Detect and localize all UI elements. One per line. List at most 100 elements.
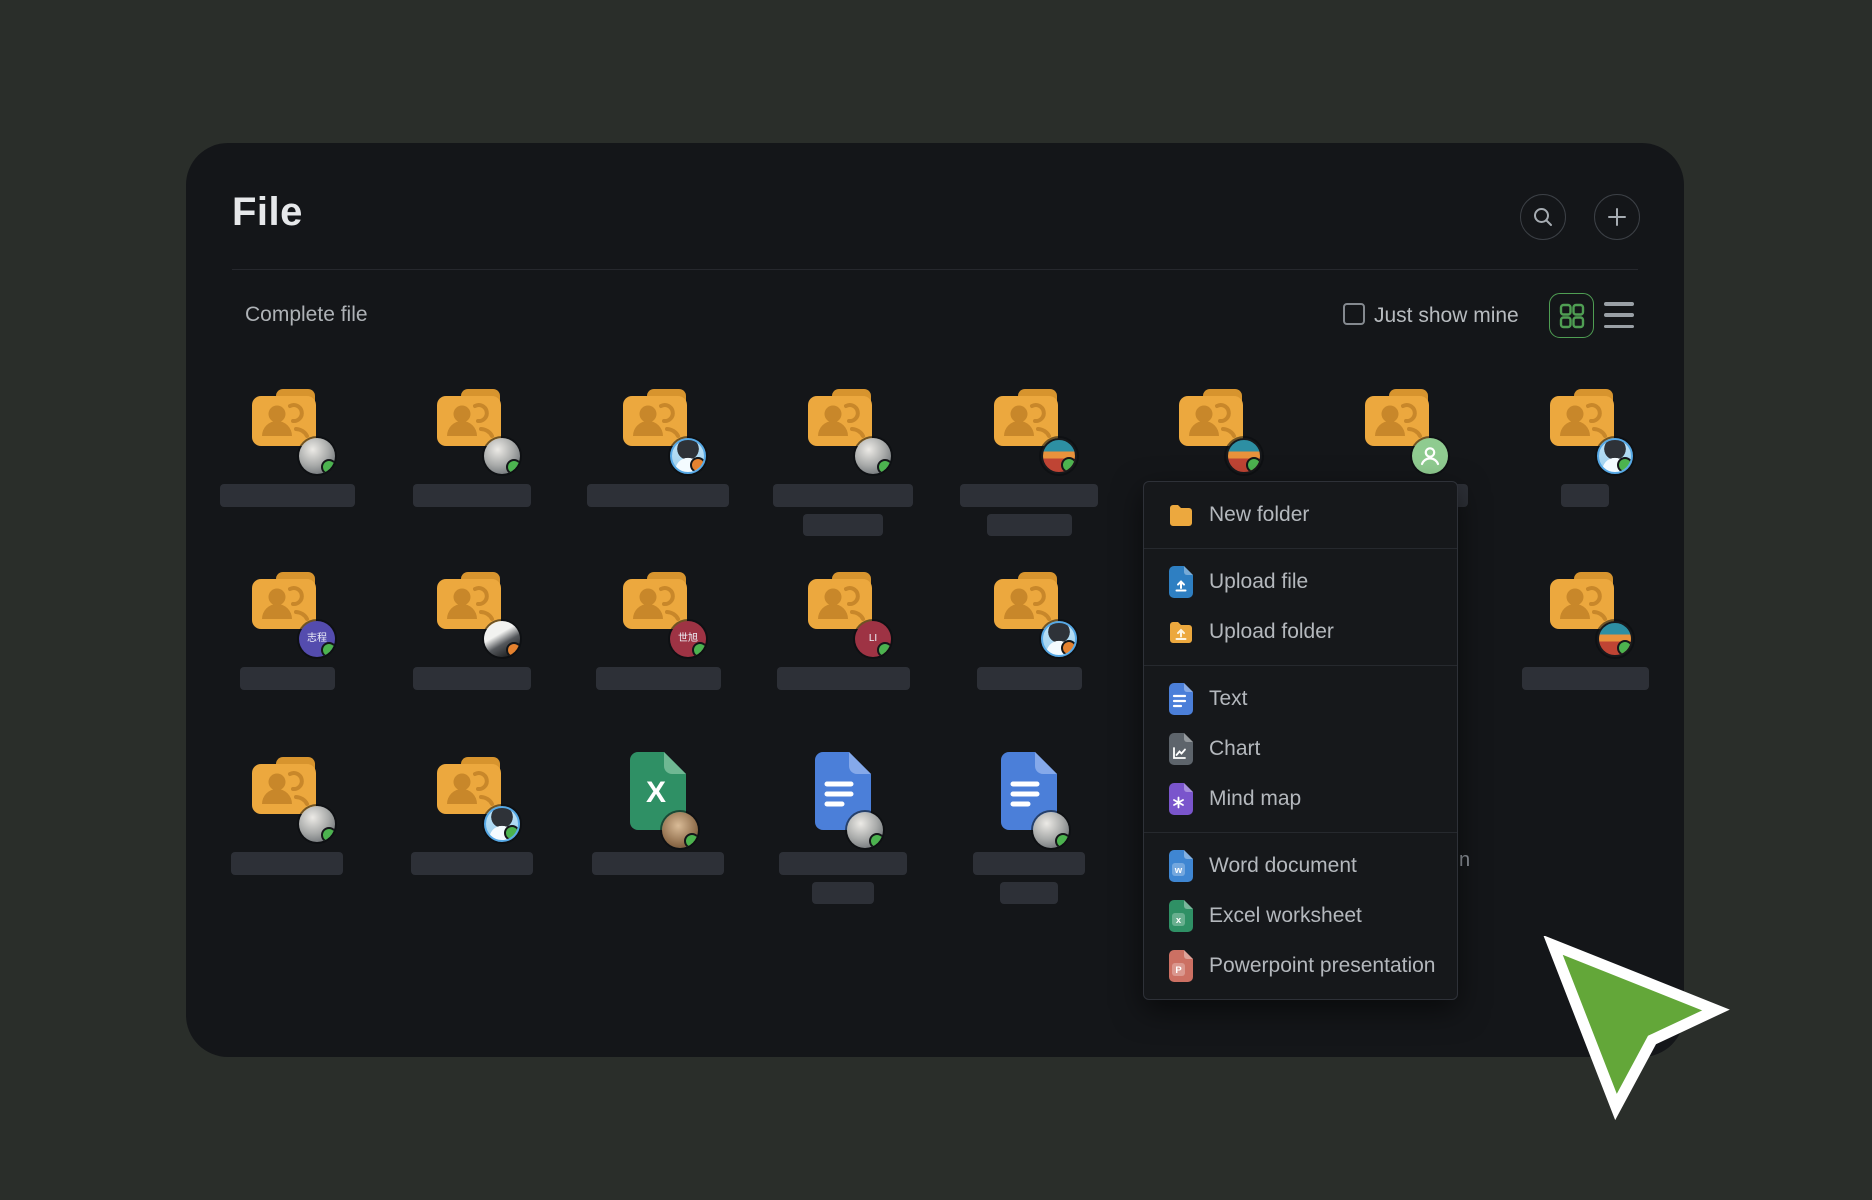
folder-item[interactable] — [750, 384, 936, 536]
folder-item[interactable]: 世旭 — [565, 567, 751, 690]
folder-item[interactable] — [565, 384, 751, 507]
label-placeholder-bar — [960, 484, 1098, 507]
label-placeholder-bar — [413, 667, 531, 690]
collaborator-avatar — [662, 812, 698, 848]
list-view-button[interactable] — [1604, 302, 1634, 328]
label-placeholder-bar — [973, 852, 1085, 875]
collaborator-avatar — [1226, 438, 1262, 474]
menu-item-label: New folder — [1209, 503, 1309, 527]
context-menu-group: New folder — [1144, 482, 1457, 548]
menu-item-word-document[interactable]: wWord document — [1144, 841, 1457, 891]
status-dot — [321, 827, 335, 842]
status-dot — [504, 825, 520, 841]
folder-item[interactable] — [379, 752, 565, 875]
collaborator-avatar — [1597, 621, 1633, 657]
label-placeholder-bar — [777, 667, 910, 690]
status-dot — [506, 642, 520, 657]
header-divider — [232, 269, 1638, 270]
status-dot — [1246, 457, 1262, 473]
folder-upload-icon — [1168, 616, 1194, 648]
svg-text:x: x — [1176, 915, 1182, 926]
add-button[interactable] — [1594, 194, 1640, 240]
folder-item[interactable] — [1492, 567, 1678, 690]
status-dot — [877, 459, 891, 474]
file-mindmap-icon — [1168, 783, 1194, 815]
menu-item-label: Upload file — [1209, 570, 1308, 594]
menu-item-powerpoint-presentation[interactable]: PPowerpoint presentation — [1144, 941, 1457, 991]
file-upload-icon — [1168, 566, 1194, 598]
collaborator-avatar — [484, 806, 520, 842]
label-placeholder-bar — [592, 852, 724, 875]
folder-item[interactable] — [379, 567, 565, 690]
folder-item[interactable] — [936, 384, 1122, 536]
file-ppt-icon: P — [1168, 950, 1194, 982]
menu-item-upload-folder[interactable]: Upload folder — [1144, 607, 1457, 657]
menu-item-label: Mind map — [1209, 787, 1301, 811]
status-dot — [321, 459, 335, 474]
folder-item[interactable]: LI — [750, 567, 936, 690]
svg-text:X: X — [646, 776, 666, 809]
menu-item-mind-map[interactable]: Mind map — [1144, 774, 1457, 824]
user-icon — [1417, 443, 1443, 469]
menu-item-label: Text — [1209, 687, 1248, 711]
menu-item-new-folder[interactable]: New folder — [1144, 490, 1457, 540]
folder-item[interactable] — [936, 567, 1122, 690]
collaborator-avatar — [670, 438, 706, 474]
collaborator-avatar — [484, 621, 520, 657]
status-dot — [690, 457, 706, 473]
label-placeholder-bar — [779, 852, 907, 875]
status-dot — [877, 642, 891, 657]
folder-item[interactable] — [379, 384, 565, 507]
collaborator-avatar — [299, 438, 335, 474]
collaborator-avatar — [1041, 438, 1077, 474]
label-placeholder-bar — [411, 852, 533, 875]
collaborator-avatar — [847, 812, 883, 848]
collaborator-avatar: 志程 — [299, 621, 335, 657]
status-dot — [506, 459, 520, 474]
status-dot — [1617, 457, 1633, 473]
status-dot — [321, 642, 335, 657]
status-dot — [692, 642, 706, 657]
menu-item-label: Chart — [1209, 737, 1260, 761]
folder-icon — [1168, 499, 1194, 531]
label-placeholder-bar — [220, 484, 355, 507]
status-dot — [1055, 833, 1069, 848]
file-excel-icon: x — [1168, 900, 1194, 932]
svg-text:w: w — [1174, 865, 1183, 876]
page-title: File — [232, 190, 303, 235]
menu-item-upload-file[interactable]: Upload file — [1144, 557, 1457, 607]
file-text-icon — [1168, 683, 1194, 715]
menu-item-excel-worksheet[interactable]: x Excel worksheet — [1144, 891, 1457, 941]
collaborator-avatar — [1597, 438, 1633, 474]
collaborator-avatar: 世旭 — [670, 621, 706, 657]
search-icon — [1532, 206, 1554, 228]
context-menu-group: Upload file Upload folder — [1144, 548, 1457, 665]
search-button[interactable] — [1520, 194, 1566, 240]
occluded-label-fragment: n — [1459, 849, 1470, 872]
file-item-doc[interactable] — [936, 752, 1122, 904]
file-item-excel[interactable]: X — [565, 752, 751, 875]
menu-item-label: Excel worksheet — [1209, 904, 1362, 928]
svg-text:P: P — [1175, 965, 1182, 976]
collaborator-avatar — [1033, 812, 1069, 848]
label-placeholder-bar — [413, 484, 531, 507]
status-dot — [1061, 457, 1077, 473]
folder-item[interactable]: 志程 — [194, 567, 380, 690]
status-dot — [684, 833, 698, 848]
plus-icon — [1606, 206, 1628, 228]
file-item-doc[interactable] — [750, 752, 936, 904]
menu-item-chart[interactable]: Chart — [1144, 724, 1457, 774]
label-placeholder-bar — [1561, 484, 1609, 507]
label-placeholder-bar — [231, 852, 343, 875]
just-show-mine-checkbox[interactable] — [1343, 303, 1365, 325]
menu-item-text[interactable]: Text — [1144, 674, 1457, 724]
folder-item[interactable] — [194, 752, 380, 875]
grid-view-button[interactable] — [1549, 293, 1594, 338]
collaborator-avatar — [1041, 621, 1077, 657]
folder-item[interactable] — [1492, 384, 1678, 507]
grid-view-icon — [1559, 303, 1585, 329]
folder-item[interactable] — [194, 384, 380, 507]
status-dot — [1061, 640, 1077, 656]
context-menu-group: wWord document x Excel worksheet PPowerpo… — [1144, 832, 1457, 999]
collaborator-avatar — [1412, 438, 1448, 474]
